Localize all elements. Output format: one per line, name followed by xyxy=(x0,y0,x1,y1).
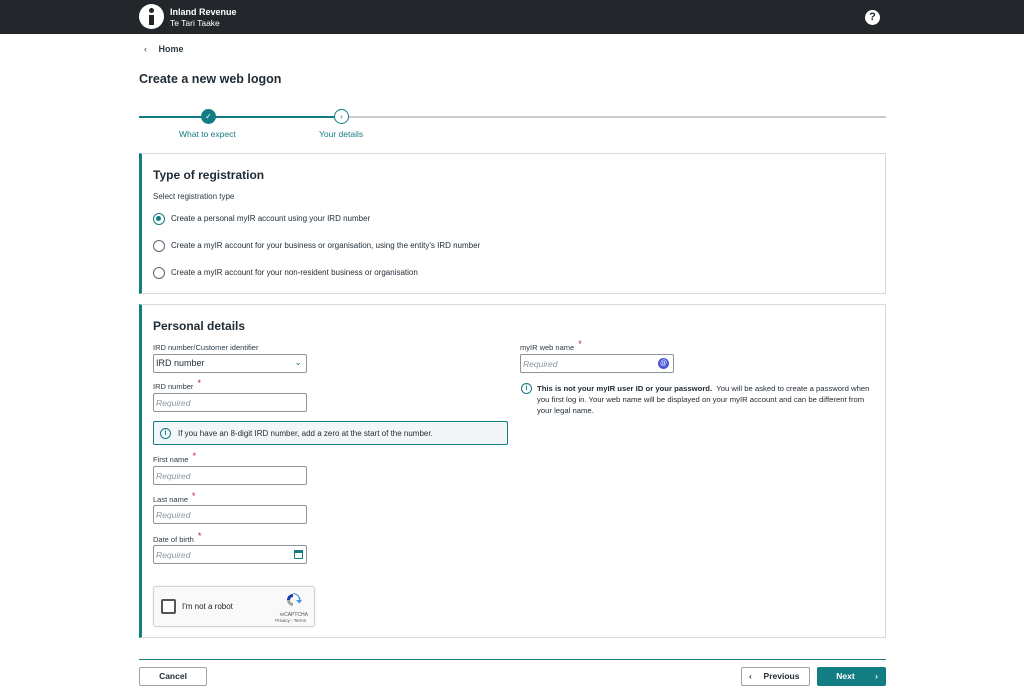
stepper-track-remaining xyxy=(347,116,886,118)
logo-stem xyxy=(149,15,154,25)
first-name-input[interactable]: Required xyxy=(153,466,307,485)
info-icon: i xyxy=(160,428,171,439)
recaptcha-logo-icon xyxy=(287,593,302,606)
recaptcha-label: I'm not a robot xyxy=(182,602,233,611)
radio-option-label[interactable]: Create a personal myIR account using you… xyxy=(171,214,370,223)
web-name-input[interactable]: Required @ xyxy=(520,354,674,373)
help-icon[interactable]: ? xyxy=(865,10,880,25)
personal-details-title: Personal details xyxy=(153,319,246,333)
progress-stepper: ✓ › What to expect Your details xyxy=(139,107,886,139)
top-bar: Inland Revenue Te Tari Taake ? xyxy=(0,0,1024,34)
ird-hint-box: i If you have an 8-digit IRD number, add… xyxy=(153,421,508,445)
stepper-track-complete xyxy=(139,116,334,118)
recaptcha-checkbox[interactable] xyxy=(161,599,176,614)
logo-dot xyxy=(149,8,154,13)
date-of-birth-placeholder: Required xyxy=(156,550,191,560)
step-current-chevron-icon: › xyxy=(334,109,349,124)
ird-hint-text: If you have an 8-digit IRD number, add a… xyxy=(178,429,433,438)
web-name-placeholder: Required xyxy=(523,359,558,369)
brand-line-1: Inland Revenue xyxy=(170,7,237,17)
last-name-placeholder: Required xyxy=(156,510,191,520)
date-of-birth-label-text: Date of birth xyxy=(153,535,194,544)
required-marker: * xyxy=(192,491,196,501)
identifier-select[interactable]: IRD number ⌄ xyxy=(153,354,307,373)
password-manager-icon[interactable]: @ xyxy=(658,358,669,369)
info-icon: i xyxy=(521,383,532,394)
required-marker: * xyxy=(578,339,582,349)
date-of-birth-input[interactable]: Required xyxy=(153,545,307,564)
recaptcha-widget: I'm not a robot reCAPTCHA Privacy - Term… xyxy=(153,586,315,627)
breadcrumb-home-link[interactable]: Home xyxy=(159,44,184,54)
chevron-down-icon: ⌄ xyxy=(294,357,302,367)
last-name-input[interactable]: Required xyxy=(153,505,307,524)
page-title: Create a new web logon xyxy=(139,72,282,86)
ird-number-placeholder: Required xyxy=(156,398,191,408)
registration-type-subtitle: Select registration type xyxy=(153,192,235,201)
web-name-label: myIR web name * xyxy=(520,339,582,352)
calendar-icon[interactable] xyxy=(294,550,303,559)
cancel-button-label: Cancel xyxy=(159,671,187,681)
radio-option-label[interactable]: Create a myIR account for your non-resid… xyxy=(171,268,418,277)
next-button[interactable]: Next › xyxy=(817,667,886,686)
first-name-label-text: First name xyxy=(153,455,189,464)
required-marker: * xyxy=(197,531,202,541)
date-of-birth-label: Date of birth * xyxy=(153,531,202,544)
step-label-what-to-expect[interactable]: What to expect xyxy=(179,129,236,139)
step-complete-check-icon: ✓ xyxy=(201,109,216,124)
brand-line-2: Te Tari Taake xyxy=(170,18,220,28)
required-marker: * xyxy=(197,378,201,388)
first-name-label: First name * xyxy=(153,451,196,464)
first-name-placeholder: Required xyxy=(156,471,191,481)
ird-number-label: IRD number * xyxy=(153,378,201,391)
registration-type-title: Type of registration xyxy=(153,168,265,182)
last-name-label: Last name * xyxy=(153,491,196,504)
radio-option-label[interactable]: Create a myIR account for your business … xyxy=(171,241,480,250)
brand-name: Inland Revenue Te Tari Taake xyxy=(170,7,237,28)
web-name-note-bold: This is not your myIR user ID or your pa… xyxy=(537,384,713,393)
recaptcha-terms-link[interactable]: Privacy - Terms xyxy=(275,618,306,623)
ird-number-input[interactable]: Required xyxy=(153,393,307,412)
chevron-left-icon: ‹ xyxy=(749,671,752,681)
previous-button[interactable]: ‹ Previous xyxy=(741,667,810,686)
inland-revenue-logo[interactable] xyxy=(139,4,164,29)
footer-divider xyxy=(139,659,886,660)
step-label-your-details: Your details xyxy=(319,129,364,139)
required-marker: * xyxy=(192,451,196,461)
radio-button[interactable] xyxy=(153,240,165,252)
personal-details-panel: Personal details IRD number/Customer ide… xyxy=(139,304,886,638)
identifier-select-value: IRD number xyxy=(156,358,205,368)
previous-button-label: Previous xyxy=(763,671,800,681)
cancel-button[interactable]: Cancel xyxy=(139,667,207,686)
radio-button-selected[interactable] xyxy=(153,213,165,225)
chevron-right-icon: › xyxy=(875,671,878,681)
web-name-note-body: This is not your myIR user ID or your pa… xyxy=(537,383,873,416)
web-name-label-text: myIR web name xyxy=(520,343,575,352)
last-name-label-text: Last name xyxy=(153,495,189,504)
chevron-left-icon: ‹ xyxy=(144,44,147,54)
registration-type-panel: Type of registration Select registration… xyxy=(139,153,886,294)
identifier-label: IRD number/Customer identifier xyxy=(153,343,259,352)
ird-number-label-text: IRD number xyxy=(153,382,194,391)
radio-button[interactable] xyxy=(153,267,165,279)
breadcrumb[interactable]: ‹ Home xyxy=(144,44,184,54)
next-button-label: Next xyxy=(836,671,855,681)
